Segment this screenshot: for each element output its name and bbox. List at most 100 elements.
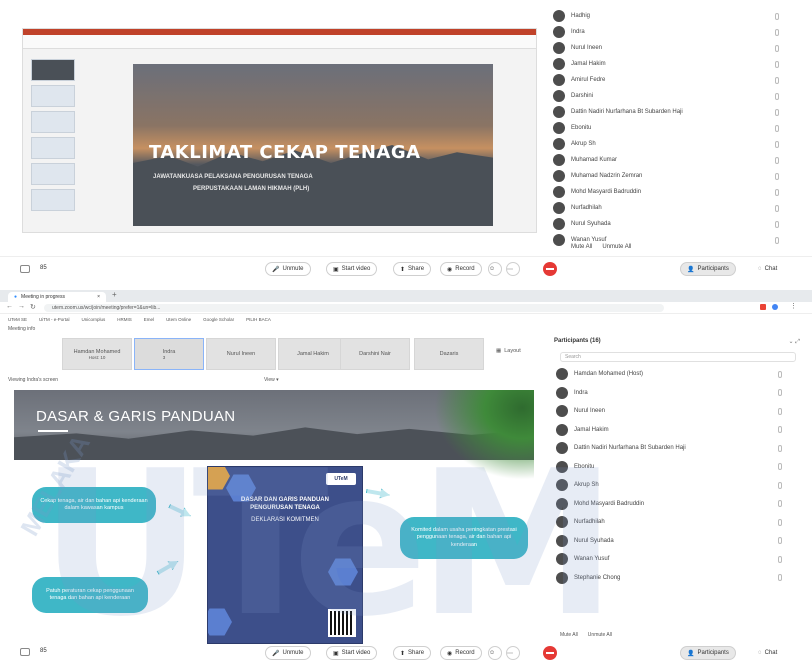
participant-row[interactable]: Nurul Ineen <box>556 403 796 419</box>
participant-row[interactable]: Amirul Fedre <box>553 72 793 88</box>
close-icon[interactable]: × <box>97 294 100 300</box>
chat-button[interactable]: ◌ Chat <box>752 646 784 660</box>
participant-name: Amirul Fedre <box>571 77 606 83</box>
meeting-info-link[interactable]: Meeting info <box>0 326 540 336</box>
participant-name: Akrup Sh <box>571 141 596 147</box>
participant-row[interactable]: Nurul Syuhada <box>556 533 796 549</box>
mic-muted-icon <box>778 407 782 415</box>
slide-thumbnail[interactable] <box>31 163 75 185</box>
gallery-tile-active[interactable]: Indra 3 <box>134 338 204 370</box>
participant-row[interactable]: Muhamad Kumar <box>553 152 793 168</box>
participant-name: Hadhig <box>571 13 591 19</box>
menu-icon[interactable]: ⋮ <box>790 302 797 310</box>
participants-button[interactable]: 👤 Participants <box>680 646 736 660</box>
profile-icon[interactable] <box>772 304 778 310</box>
participant-row[interactable]: Muhamad Nadzrin Zemran <box>553 168 793 184</box>
participant-row[interactable]: Nurfadhilah <box>553 200 793 216</box>
more-button[interactable]: ⋯ <box>506 646 520 660</box>
participant-row[interactable]: Indra <box>553 24 793 40</box>
participant-row[interactable]: Stephanie Chong <box>556 570 796 586</box>
avatar <box>556 405 568 417</box>
screen-icon[interactable] <box>20 265 30 273</box>
participant-row[interactable]: Akrup Sh <box>556 477 796 493</box>
screen-icon[interactable] <box>20 648 30 656</box>
participant-row[interactable]: Akrup Sh <box>553 136 793 152</box>
record-button[interactable]: ◉ Record <box>440 646 482 660</box>
reactions-button[interactable]: ☺ <box>488 646 502 660</box>
top-zoom-window: TAKLIMAT CEKAP TENAGA JAWATANKUASA PELAK… <box>0 0 812 282</box>
bookmark[interactable]: Utem Online <box>166 317 191 322</box>
participant-row[interactable]: Indra <box>556 385 796 401</box>
bookmark[interactable]: UTeM SE <box>8 317 27 322</box>
mic-muted-icon <box>775 60 779 68</box>
url-input[interactable]: utem.zoom.us/wc/join/meeting/prefer=1&un… <box>44 304 664 312</box>
layout-button[interactable]: ▦ Layout <box>496 348 521 354</box>
avatar <box>553 186 565 198</box>
bookmark[interactable]: Emel <box>144 317 154 322</box>
gallery-tile[interactable]: Jamal Hakim <box>278 338 348 370</box>
slide-thumbnail[interactable] <box>31 111 75 133</box>
slide-subtitle-1: JAWATANKUASA PELAKSANA PENGURUSAN TENAGA <box>153 174 313 180</box>
participants-button[interactable]: 👤 Participants <box>680 262 736 276</box>
participant-row[interactable]: Ebonitu <box>553 120 793 136</box>
avatar <box>556 368 568 380</box>
share-button[interactable]: ⬆ Share <box>393 262 432 276</box>
bookmark[interactable]: HRMIS <box>117 317 132 322</box>
unmute-button[interactable]: 🎤 Unmute <box>265 262 311 276</box>
more-button[interactable]: ⋯ <box>506 262 520 276</box>
participant-row[interactable]: Dattin Nadiri Nurfarhana Bt Subarden Haj… <box>553 104 793 120</box>
participant-row[interactable]: Hadhig <box>553 8 793 24</box>
gallery-tile[interactable]: Hamdan Mohamed Host: 10 <box>62 338 132 370</box>
browser-tab[interactable]: ● Meeting in progress × <box>8 292 106 302</box>
unmute-button[interactable]: 🎤 Unmute <box>265 646 311 660</box>
start-video-button[interactable]: ▣ Start video <box>326 262 378 276</box>
participant-row[interactable]: Darshini <box>553 88 793 104</box>
participant-search-input[interactable]: Search <box>560 352 796 362</box>
record-button[interactable]: ◉ Record <box>440 262 482 276</box>
reload-icon[interactable]: ↻ <box>30 303 36 311</box>
participant-row[interactable]: Jamal Hakim <box>556 422 796 438</box>
new-tab-icon[interactable]: + <box>112 290 117 299</box>
bookmark[interactable]: Google Scholar <box>203 317 234 322</box>
leave-button[interactable] <box>543 646 557 660</box>
start-video-button[interactable]: ▣ Start video <box>326 646 378 660</box>
participant-row[interactable]: Wanan Yusuf <box>556 551 796 567</box>
avatar <box>553 138 565 150</box>
slide-thumbnail[interactable] <box>31 59 75 81</box>
extension-icon[interactable] <box>760 304 766 310</box>
view-options-button[interactable]: View ▾ <box>264 377 279 383</box>
mic-icon: 🎤 <box>272 266 280 273</box>
bookmark[interactable]: Unicornplus <box>82 317 106 322</box>
gallery-tile[interactable]: Dazaris <box>414 338 484 370</box>
gallery-tile[interactable]: Darshini Nair <box>340 338 410 370</box>
palm-leaf-decoration <box>434 390 534 480</box>
participant-row[interactable]: Mohd Masyardi Badruddin <box>556 496 796 512</box>
participant-row[interactable]: Mohd Masyardi Badruddin <box>553 184 793 200</box>
unmute-all-button[interactable]: Unmute All <box>588 632 612 638</box>
participant-row[interactable]: Jamal Hakim <box>553 56 793 72</box>
slide-thumbnail[interactable] <box>31 137 75 159</box>
chat-button[interactable]: ◌ Chat <box>752 262 784 276</box>
back-icon[interactable]: ← <box>6 303 13 310</box>
participant-row[interactable]: Hamdan Mohamed (Host) <box>556 366 796 382</box>
participant-row[interactable]: Ebonitu <box>556 459 796 475</box>
mute-all-button[interactable]: Mute All <box>560 632 578 638</box>
bookmark[interactable]: UiTM - e-Portal <box>39 317 70 322</box>
participant-row[interactable]: Nurfadhilah <box>556 514 796 530</box>
leave-button[interactable] <box>543 262 557 276</box>
gallery-tile[interactable]: Nurul Ineen <box>206 338 276 370</box>
mute-all-button[interactable]: Mute All <box>571 244 592 250</box>
slide-thumbnail[interactable] <box>31 189 75 211</box>
panel-options-icon[interactable]: ⌄ ⤢ <box>789 338 801 346</box>
participant-row[interactable]: Nurul Ineen <box>553 40 793 56</box>
forward-icon[interactable]: → <box>18 303 25 310</box>
avatar <box>553 170 565 182</box>
participant-row[interactable]: Dattin Nadiri Nurfarhana Bt Subarden Haj… <box>556 440 796 456</box>
more-icon: ⋯ <box>507 266 513 273</box>
unmute-all-button[interactable]: Unmute All <box>602 244 631 250</box>
slide-thumbnail[interactable] <box>31 85 75 107</box>
share-button[interactable]: ⬆ Share <box>393 646 432 660</box>
bookmark[interactable]: PILIH BACA <box>246 317 271 322</box>
reactions-button[interactable]: ☺ <box>488 262 502 276</box>
participant-row[interactable]: Nurul Syuhada <box>553 216 793 232</box>
